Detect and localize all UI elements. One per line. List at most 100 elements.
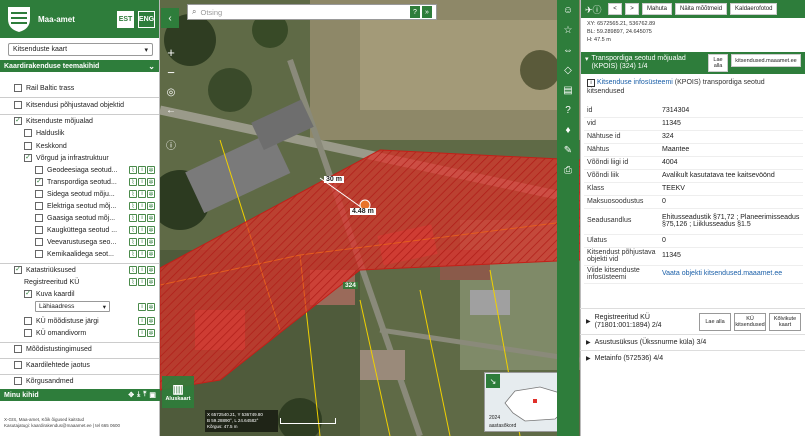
- layer-checkbox-checked[interactable]: ✓: [24, 290, 32, 298]
- settings-icon[interactable]: ✲: [147, 178, 155, 186]
- layer-checkbox-checked[interactable]: ✓: [24, 154, 32, 162]
- swipe-icon[interactable]: ⇔: [557, 40, 579, 60]
- settings-icon[interactable]: ✲: [147, 238, 155, 246]
- layer-checkbox[interactable]: [14, 377, 22, 385]
- desc-link[interactable]: Kitsenduse infosüsteemi: [597, 79, 673, 86]
- star-icon[interactable]: ☆: [557, 20, 579, 40]
- upload-icon[interactable]: ⤒: [143, 391, 146, 399]
- info-icon[interactable]: i: [138, 266, 146, 274]
- layer-elektriga[interactable]: Elektriga seotud mõj... ⌇ i ✲: [0, 200, 159, 212]
- chart-icon[interactable]: ⌇: [129, 166, 137, 174]
- layer-checkbox[interactable]: [24, 329, 32, 337]
- locate-icon[interactable]: ◎: [163, 84, 179, 100]
- help-icon[interactable]: ?: [410, 6, 420, 18]
- layer-checkbox[interactable]: [35, 202, 43, 210]
- settings-icon[interactable]: ✲: [147, 303, 155, 311]
- info-icon[interactable]: i: [138, 178, 146, 186]
- pin-icon[interactable]: ♦: [557, 120, 579, 140]
- layer-kuva-kaardil[interactable]: ✓ Kuva kaardil: [0, 288, 159, 300]
- settings-icon[interactable]: ✲: [147, 317, 155, 325]
- info-icon[interactable]: i: [138, 190, 146, 198]
- layer-checkbox[interactable]: [24, 142, 32, 150]
- layer-kemikaalidega[interactable]: Kemikaalidega seot... ⌇ i ✲: [0, 248, 159, 260]
- info-icon[interactable]: i: [138, 238, 146, 246]
- download-button[interactable]: Lae alla: [708, 54, 728, 72]
- collapse-panel-button[interactable]: ‹: [161, 8, 179, 28]
- zoom-out-button[interactable]: −: [163, 64, 179, 80]
- land-use-map-button[interactable]: Kõlvikute kaart: [769, 312, 801, 331]
- next-button[interactable]: >: [625, 3, 639, 15]
- download-button[interactable]: Lae alla: [699, 312, 731, 331]
- attr-value-link[interactable]: Vaata objekti kitsendused.maaamet.ee: [659, 265, 803, 284]
- layer-keskkond[interactable]: Keskkond: [0, 140, 159, 152]
- layer-checkbox[interactable]: [24, 129, 32, 137]
- layer-checkbox[interactable]: [35, 166, 43, 174]
- info-icon[interactable]: i: [138, 202, 146, 210]
- chart-icon[interactable]: ⌇: [129, 250, 137, 258]
- lang-eng-button[interactable]: ENG: [138, 10, 155, 28]
- collapse-layers-icon[interactable]: ⌄: [148, 62, 155, 71]
- search-box[interactable]: ⌕ Otsing ? »: [187, 4, 437, 20]
- kitsendused-site-button[interactable]: kitsendused.maaamet.ee: [731, 54, 801, 67]
- info-icon[interactable]: i: [138, 226, 146, 234]
- back-icon[interactable]: ←: [163, 102, 179, 118]
- layer-halduslik[interactable]: Halduslik: [0, 127, 159, 139]
- print-icon[interactable]: ⎙: [557, 160, 579, 180]
- pin-toggle-icon[interactable]: ✈ⓘ: [585, 3, 605, 16]
- accordion-metainfo[interactable]: ▶ Metainfo (572536) 4/4: [580, 350, 805, 366]
- chart-icon[interactable]: ⌇: [129, 238, 137, 246]
- info-icon[interactable]: i: [138, 250, 146, 258]
- feature-header[interactable]: ▾ Transpordiga seotud mõjualad (KPOIS) (…: [581, 52, 805, 74]
- overview-toggle-button[interactable]: ↘: [486, 374, 500, 388]
- settings-icon[interactable]: ✲: [147, 190, 155, 198]
- chart-icon[interactable]: ⌇: [129, 226, 137, 234]
- move-icon[interactable]: ✥: [128, 391, 134, 399]
- layer-kitsenduste-mojualad[interactable]: ✓ Kitsenduste mõjualad: [0, 115, 159, 127]
- layer-checkbox[interactable]: [14, 101, 22, 109]
- settings-icon[interactable]: ✲: [147, 250, 155, 258]
- layer-registreeritud-ku[interactable]: Registreeritud KÜ ⌇ i ✲: [0, 276, 159, 288]
- chart-icon[interactable]: ⌇: [129, 190, 137, 198]
- my-layers-header[interactable]: Minu kihid ✥ ⤓ ⤒ ▣: [0, 389, 160, 401]
- search-input[interactable]: Otsing: [200, 8, 410, 17]
- zoom-in-button[interactable]: +: [163, 44, 179, 60]
- info-icon[interactable]: i: [138, 166, 146, 174]
- layer-checkbox-checked[interactable]: ✓: [14, 266, 22, 274]
- settings-icon[interactable]: ✲: [147, 166, 155, 174]
- ku-restrictions-button[interactable]: KÜ kitsendused: [734, 312, 766, 331]
- user-icon[interactable]: ☺: [557, 0, 579, 20]
- layer-checkbox[interactable]: [14, 361, 22, 369]
- footer-support[interactable]: Kasutajatugi: kaardirakendus@maaamet.ee …: [4, 423, 120, 429]
- chart-icon[interactable]: ⌇: [129, 202, 137, 210]
- accordion-registreeritud-ku[interactable]: ▶ Registreeritud KÜ (71801:001:1894) 2/4…: [580, 308, 805, 334]
- ruler-icon[interactable]: ✎: [557, 140, 579, 160]
- question-icon[interactable]: ?: [557, 100, 579, 120]
- layer-kitsendusi-pohjustavad[interactable]: Kitsendusi põhjustavad objektid: [0, 99, 159, 111]
- layer-checkbox[interactable]: [35, 250, 43, 258]
- layer-checkbox[interactable]: [35, 214, 43, 222]
- layer-checkbox[interactable]: [35, 190, 43, 198]
- layer-rail-baltic[interactable]: Rail Baltic trass: [0, 82, 159, 94]
- info-icon[interactable]: i: [138, 278, 146, 286]
- info-icon[interactable]: i: [138, 329, 146, 337]
- layer-checkbox-checked[interactable]: ✓: [35, 178, 43, 186]
- chart-icon[interactable]: ⌇: [129, 214, 137, 222]
- basemap-button[interactable]: ▥ Aluskaart: [162, 376, 194, 408]
- layer-geodeesia[interactable]: Geodeesiaga seotud... ⌇ i ✲: [0, 164, 159, 176]
- chart-icon[interactable]: ⌇: [129, 178, 137, 186]
- layer-vorgud[interactable]: ✓ Võrgud ja infrastruktuur: [0, 152, 159, 164]
- map-select[interactable]: Kitsenduste kaart ▾: [8, 43, 153, 56]
- download-icon[interactable]: ⤓: [137, 391, 140, 399]
- layer-katastriuksused[interactable]: ✓ Katastriüksused ⌇ i ✲: [0, 264, 159, 276]
- layer-ku-moodistuse[interactable]: KÜ mõõdistuse järgi i ✲: [0, 315, 159, 327]
- map-canvas[interactable]: 30 m 4.48 m 324: [160, 0, 580, 436]
- layer-kaardilehtede[interactable]: Kaardilehtede jaotus: [0, 359, 159, 371]
- layer-veevarustusega[interactable]: Veevarustusega seo... ⌇ i ✲: [0, 236, 159, 248]
- layers-icon[interactable]: ▤: [557, 80, 579, 100]
- expand-icon[interactable]: »: [422, 6, 432, 18]
- layer-checkbox[interactable]: [14, 345, 22, 353]
- oblique-photos-button[interactable]: Kaldaerofotod: [730, 3, 778, 15]
- accordion-asustusuksus[interactable]: ▶ Asustusüksus (Ükssnurme küla) 3/4: [580, 334, 805, 350]
- settings-icon[interactable]: ✲: [147, 266, 155, 274]
- layer-sidega[interactable]: Sidega seotud mõju... ⌇ i ✲: [0, 188, 159, 200]
